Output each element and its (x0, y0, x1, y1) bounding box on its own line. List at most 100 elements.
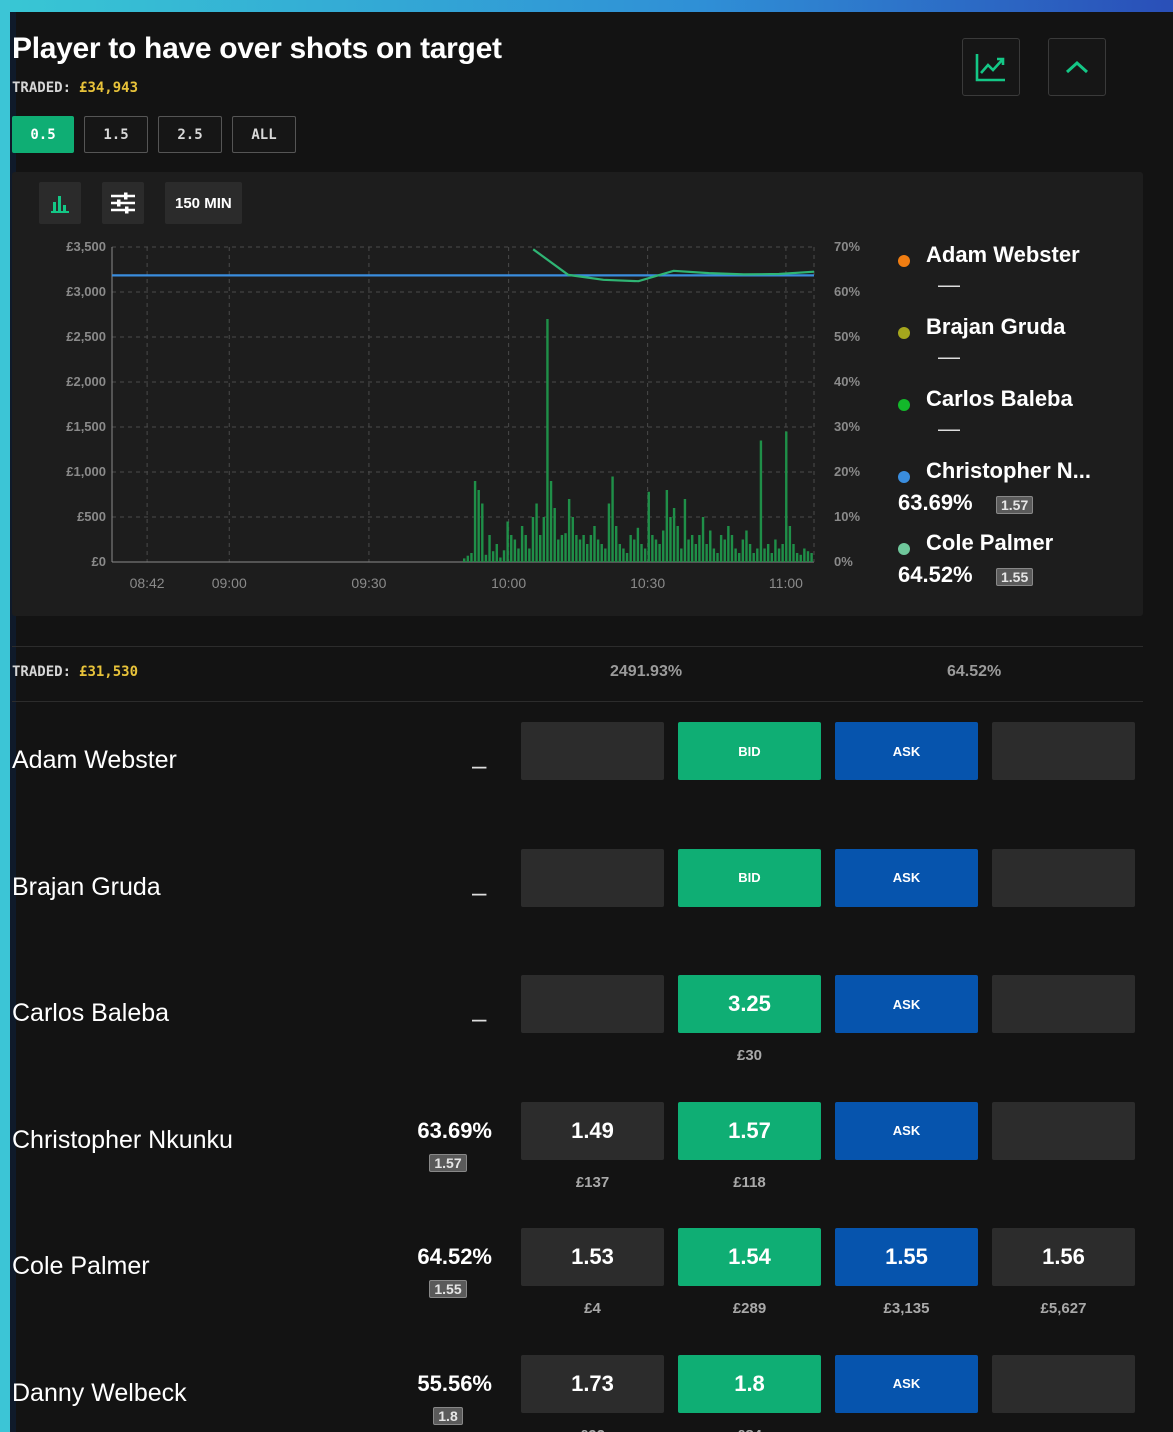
selection-name: Adam Webster (12, 746, 177, 774)
volume-bar (730, 535, 734, 562)
volume-bar (517, 548, 520, 562)
volume-bar (586, 544, 589, 562)
line-tabs: 0.5 1.5 2.5 ALL (12, 116, 296, 153)
volume-bar (669, 517, 672, 562)
back1-price-button[interactable]: 3.25 (678, 975, 821, 1033)
back2-price-button[interactable] (521, 975, 664, 1033)
selection-name: Cole Palmer (12, 1252, 150, 1280)
volume-bar (741, 539, 745, 562)
volume-bar (795, 553, 799, 562)
volume-bar (600, 544, 603, 562)
selection-row: Cole Palmer 64.52% 1.55 1.53 £4 1.54 £289 1.55 £… (12, 1208, 1143, 1334)
volume-bar (701, 517, 705, 562)
lay2-price-button[interactable] (992, 1101, 1135, 1160)
back2-volume: £137 (575, 1173, 610, 1191)
lay1-price: 1.55 (885, 1244, 928, 1269)
volume-bar (643, 548, 647, 562)
volume-bar (680, 548, 683, 562)
window-frame-top (0, 0, 1173, 12)
volume-bar (614, 526, 618, 562)
back2-volume: £92 (521, 1427, 664, 1432)
lay1-price-button[interactable]: ASK (835, 975, 978, 1033)
y-left-tick-label: £1,500 (66, 419, 106, 434)
chevron-up-icon (1065, 60, 1089, 74)
lay1-price: ASK (892, 1376, 921, 1391)
selection-probability: 63.69% (417, 1117, 492, 1143)
tab-line-2-5[interactable]: 2.5 (158, 116, 222, 153)
divider (12, 646, 1143, 647)
volume-bar (542, 517, 546, 562)
legend-dot (898, 471, 910, 483)
tab-line-1-5[interactable]: 1.5 (84, 116, 148, 153)
y-left-tick-label: £2,000 (66, 374, 106, 389)
tab-line-0-5[interactable]: 0.5 (12, 116, 74, 153)
back2-price-button[interactable]: 1.49 (521, 1101, 664, 1160)
price-volume-chart: £3,500 70% £3,000 60% £2,500 50% £2,000 40% £1,5… (66, 239, 860, 591)
lay2-price-button[interactable]: 1.56 (992, 1228, 1135, 1286)
lay2-price-button[interactable] (992, 722, 1135, 780)
back1-price-button[interactable]: BID (678, 722, 821, 780)
back1-price-button[interactable]: 1.57 (678, 1101, 821, 1160)
volume-bar (781, 544, 784, 562)
table-traded-value: £31,530 (79, 664, 139, 680)
back1-volume: £84 (678, 1427, 821, 1432)
lay1-price-button[interactable]: ASK (835, 1101, 978, 1160)
back2-price-button[interactable]: 1.53 (521, 1228, 664, 1286)
back2-price: 1.73 (571, 1370, 614, 1396)
volume-bar (698, 535, 701, 562)
bar-chart-button[interactable] (39, 182, 81, 224)
volume-bar (712, 548, 716, 562)
legend-dot (898, 543, 910, 555)
back2-price-button[interactable]: 1.73 (521, 1354, 664, 1413)
legend-name: Cole Palmer (926, 530, 1054, 555)
back2-price-button[interactable] (521, 722, 664, 780)
range-150-min-button[interactable]: 150 MIN (165, 182, 242, 224)
volume-bar (495, 544, 498, 562)
volume-bar (709, 530, 712, 562)
selection-price-badge: 1.55 (429, 1280, 467, 1298)
volume-bar (575, 535, 578, 562)
back1-volume: £289 (732, 1300, 767, 1317)
volume-bar (557, 539, 560, 562)
legend-dash: — (938, 416, 960, 441)
traded-value: £34,943 (79, 80, 139, 96)
selection-probability: 64.52% (417, 1244, 492, 1269)
volume-bar (513, 539, 517, 562)
x-tick-label: 09:00 (212, 575, 247, 591)
selection-row: Danny Welbeck 55.56% 1.8 1.73 £92 1.8 £84 ASK (12, 1335, 1143, 1432)
volume-bar (640, 544, 643, 562)
lay2-price: 1.56 (1042, 1244, 1085, 1269)
back2-price-button[interactable] (521, 848, 664, 907)
lay1-price: ASK (892, 743, 921, 759)
volume-bar (593, 526, 596, 562)
lay1-price-button[interactable]: ASK (835, 722, 978, 780)
volume-bar (690, 535, 694, 562)
collapse-button[interactable] (1048, 38, 1106, 96)
lay1-price: ASK (892, 870, 921, 885)
line-chart-icon (975, 54, 1005, 82)
lay1-price-button[interactable]: ASK (835, 848, 978, 907)
tab-line-all[interactable]: ALL (232, 116, 296, 153)
lay1-price: ASK (892, 1123, 921, 1138)
back1-price-button[interactable]: BID (678, 848, 821, 907)
volume-bar (473, 481, 477, 562)
back1-price-button[interactable]: 1.54 (678, 1228, 821, 1286)
legend-dot (898, 327, 910, 339)
legend-name: Brajan Gruda (926, 314, 1066, 339)
lay2-price-button[interactable] (992, 975, 1135, 1033)
lay2-price-button[interactable] (992, 848, 1135, 907)
chart-toggle-button[interactable] (962, 38, 1020, 96)
sliders-icon (111, 192, 135, 214)
volume-bar (528, 548, 531, 562)
volume-bar (662, 530, 665, 562)
selection-name: Carlos Baleba (12, 999, 170, 1027)
filter-button[interactable] (102, 182, 144, 224)
lay1-price-button[interactable]: 1.55 (835, 1228, 978, 1286)
lay1-price-button[interactable]: ASK (835, 1354, 978, 1413)
volume-bar (502, 550, 506, 562)
legend-name: Carlos Baleba (926, 386, 1073, 411)
table-traded-label: TRADED: (12, 664, 72, 680)
volume-bar (647, 491, 650, 562)
back1-price-button[interactable]: 1.8 (678, 1354, 821, 1413)
lay2-price-button[interactable] (992, 1354, 1135, 1413)
